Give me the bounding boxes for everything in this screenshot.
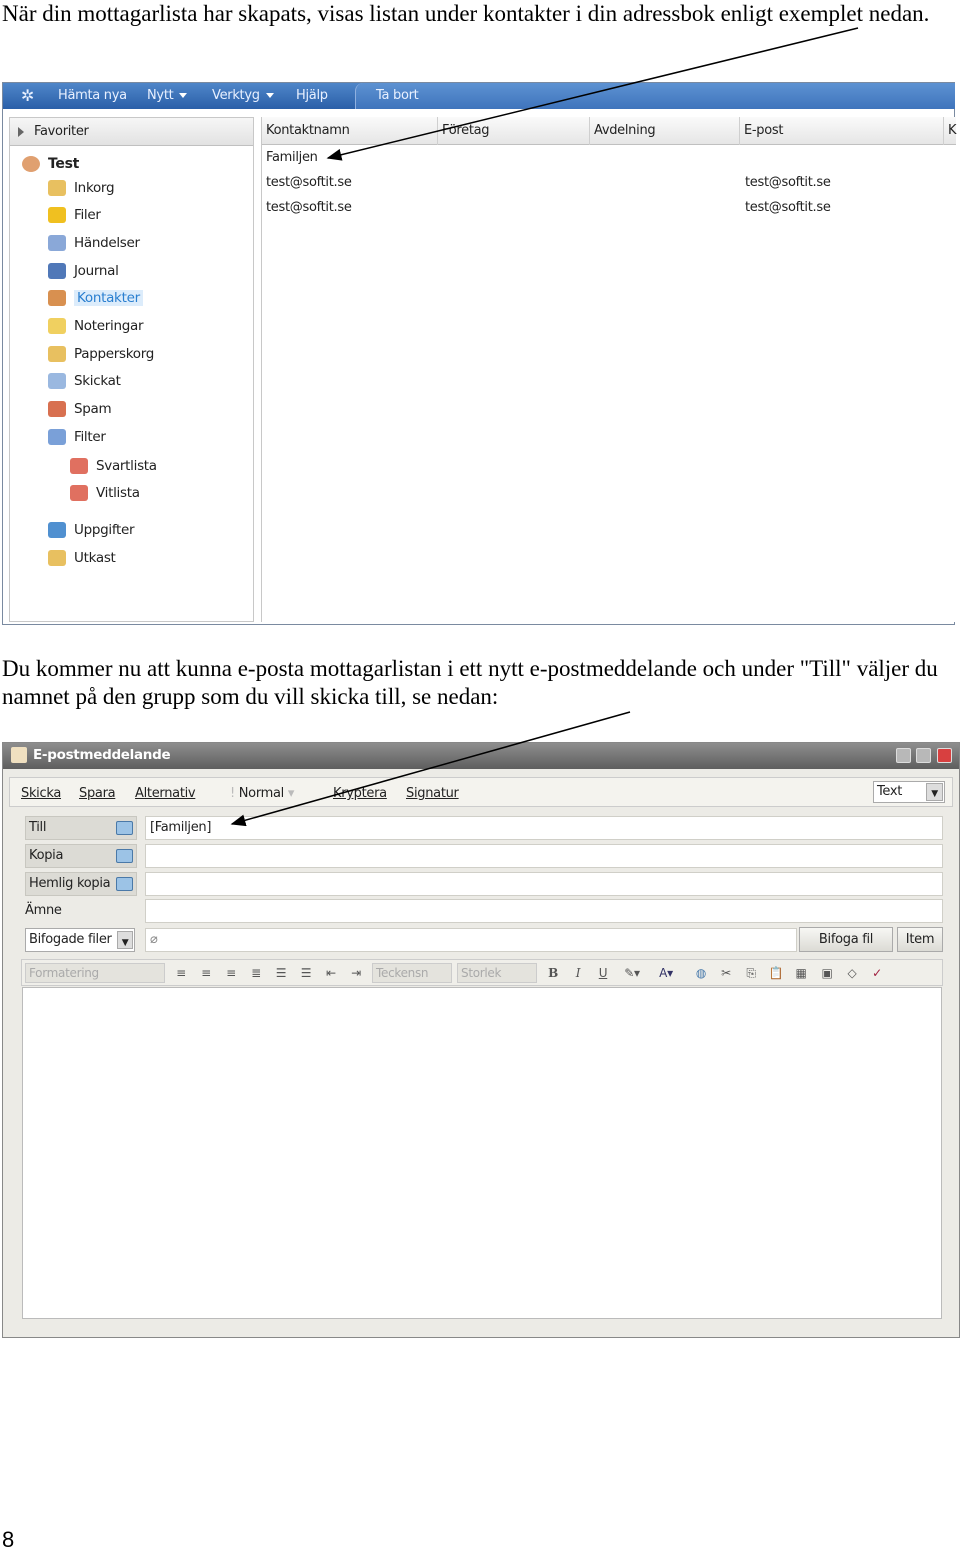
arrow-to-familjen <box>326 27 859 161</box>
page-number: 8 <box>2 1527 15 1552</box>
arrow-to-till <box>230 711 631 827</box>
arrows-overlay <box>230 27 859 827</box>
